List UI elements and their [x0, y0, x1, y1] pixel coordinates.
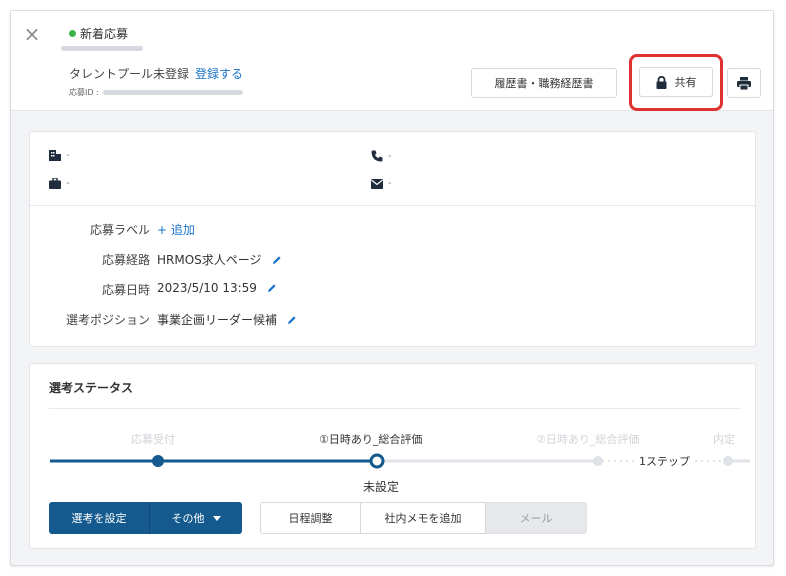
pencil-icon[interactable]: [267, 283, 277, 293]
schedule-button[interactable]: 日程調整: [260, 502, 361, 534]
application-date-row: 2023/5/10 13:59: [157, 281, 277, 295]
application-label-value: + 追加: [157, 221, 195, 238]
lock-icon: [656, 75, 666, 89]
candidate-info-card: - - - - 応募ラベル + 追加 応募経路 HRMOS求人ページ 応募日時 …: [29, 131, 756, 347]
step-label-2: ①日時あり_総合評価: [319, 433, 423, 446]
resume-button[interactable]: 履歴書・職務経歴書: [471, 68, 617, 98]
application-date-value: 2023/5/10 13:59: [157, 281, 257, 295]
email-value: -: [388, 178, 392, 189]
new-dot-icon: [69, 30, 76, 37]
set-selection-button[interactable]: 選考を設定: [49, 502, 149, 534]
email-row: -: [371, 178, 392, 189]
selection-position-value: 事業企画リーダー候補: [157, 313, 278, 327]
phone-icon: [371, 150, 383, 162]
job-row: -: [49, 178, 70, 189]
step-node-1[interactable]: [152, 455, 164, 467]
status-text: 新着応募: [80, 27, 129, 41]
info-divider: [30, 205, 755, 206]
company-value: -: [66, 150, 70, 161]
selection-position-label: 選考ポジション: [65, 313, 150, 327]
candidate-panel: × 新着応募 タレントプール未登録 登録する 応募ID : 履歴書・職務経歴書 共…: [10, 10, 774, 566]
application-route-label: 応募経路: [101, 253, 150, 267]
application-label-label: 応募ラベル: [89, 223, 150, 237]
print-button[interactable]: [727, 68, 761, 98]
application-date-label: 応募日時: [101, 283, 150, 297]
register-link[interactable]: 登録する: [195, 67, 243, 81]
application-id-redacted: [102, 90, 243, 95]
step-label-4: 内定: [713, 433, 735, 446]
phone-row: -: [371, 150, 392, 162]
share-button[interactable]: 共有: [639, 67, 713, 97]
application-id-row: 応募ID :: [69, 87, 243, 98]
status-badge: 新着応募: [69, 25, 128, 42]
other-dropdown-label: その他: [171, 512, 205, 525]
company-row: -: [49, 150, 70, 161]
pencil-icon[interactable]: [287, 315, 297, 325]
step-node-3[interactable]: [593, 456, 603, 466]
job-value: -: [66, 178, 70, 189]
close-icon[interactable]: ×: [21, 23, 43, 45]
step-node-2[interactable]: [369, 453, 385, 469]
talent-pool-status: タレントプール未登録: [69, 67, 190, 81]
phone-value: -: [388, 150, 392, 162]
candidate-name-redacted: [61, 46, 143, 51]
talent-pool-row: タレントプール未登録 登録する: [69, 65, 243, 82]
selection-button-group: 選考を設定 その他: [49, 502, 242, 534]
application-route-value: HRMOS求人ページ: [157, 253, 262, 267]
add-label-button[interactable]: + 追加: [157, 221, 195, 238]
selection-status-title: 選考ステータス: [49, 381, 134, 395]
caret-down-icon: [212, 515, 221, 521]
current-status-text: 未設定: [363, 480, 400, 494]
add-memo-button[interactable]: 社内メモを追加: [361, 502, 486, 534]
building-icon: [49, 150, 61, 161]
application-route-row: HRMOS求人ページ: [157, 251, 282, 268]
share-button-label: 共有: [674, 76, 697, 89]
application-id-label: 応募ID :: [69, 88, 99, 97]
other-dropdown-button[interactable]: その他: [150, 502, 242, 534]
briefcase-icon: [49, 178, 61, 189]
mail-button: メール: [486, 502, 587, 534]
step-node-4[interactable]: [723, 456, 733, 466]
pencil-icon[interactable]: [272, 255, 282, 265]
status-divider: [49, 408, 741, 409]
selection-status-card: 選考ステータス 応募受付 ①日時あり_総合評価 ②日時あり_総合評価 内定 1ス…: [29, 363, 756, 549]
step-label-3: ②日時あり_総合評価: [536, 433, 640, 446]
step-label-1: 応募受付: [131, 433, 175, 446]
mail-icon: [371, 178, 383, 189]
candidate-header: × 新着応募 タレントプール未登録 登録する 応募ID : 履歴書・職務経歴書 共…: [11, 11, 773, 111]
selection-position-row: 事業企画リーダー候補: [157, 311, 297, 328]
action-button-group: 日程調整 社内メモを追加 メール: [260, 502, 587, 534]
printer-icon: [737, 76, 751, 90]
skip-step-label: 1ステップ: [639, 455, 690, 468]
